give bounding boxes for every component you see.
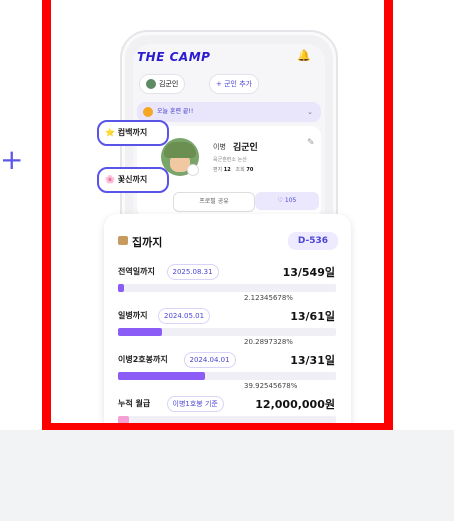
progress-row-label: 이병2호봉까지	[118, 355, 168, 364]
edit-icon[interactable]: ✎	[307, 138, 315, 148]
like-button[interactable]: ♡ 105	[255, 192, 319, 210]
progress-row-value: 13/549일	[282, 266, 335, 279]
preview-area: THE CAMP 🔔 김군인 + 군인 추가 오늘 훈련 끝!! ⌄ 이병 김군…	[51, 0, 384, 423]
progress-row-percent: 2.12345678%	[244, 294, 293, 302]
progress-bar-fill	[118, 416, 129, 423]
flowers-bubble: 🌸 꽃신까지	[97, 167, 169, 193]
progress-row-value: 13/61일	[290, 310, 335, 323]
share-profile-button[interactable]: 프로필 공유	[173, 192, 255, 212]
dday-badge: D-536	[288, 232, 338, 250]
progress-row-value: 13/31일	[290, 354, 335, 367]
dday-card: 집까지 D-536 전역일까지 2025.08.31 13/549일 2.123456…	[104, 214, 351, 423]
soldier-chip[interactable]: 김군인	[139, 74, 186, 94]
bottom-band	[0, 430, 454, 521]
progress-row-date: 2024.04.01	[183, 352, 236, 368]
add-soldier-button[interactable]: + 군인 추가	[209, 74, 260, 94]
alert-bar[interactable]: 오늘 훈련 끝!! ⌄	[137, 102, 321, 122]
bell-icon[interactable]: 🔔	[297, 49, 311, 63]
progress-bar-track	[118, 328, 336, 336]
progress-bar-fill	[118, 372, 206, 380]
plus-icon: +	[0, 143, 24, 176]
avatar-icon	[146, 79, 156, 89]
soldier-chip-label: 김군인	[159, 80, 179, 88]
chevron-down-icon: ⌄	[307, 108, 313, 116]
comeback-bubble: ⭐ 컴백까지	[97, 120, 169, 146]
progress-bar-track	[118, 284, 336, 292]
soldier-unit: 육군훈련소 논산	[213, 157, 247, 163]
progress-row-percent: 39.92545678%	[244, 382, 298, 390]
progress-row-label: 누적 월급	[118, 399, 151, 408]
progress-row-label: 전역일까지	[118, 267, 155, 276]
progress-row-value: 12,000,000원	[255, 398, 335, 411]
house-icon	[118, 236, 128, 245]
progress-row-label: 일병까지	[118, 311, 148, 320]
progress-bar-fill	[118, 284, 124, 292]
emoji-icon	[143, 107, 153, 117]
progress-bar-fill	[118, 328, 162, 336]
progress-bar-track	[118, 372, 336, 380]
soldier-name: 김군인	[233, 143, 258, 153]
progress-row-percent: 20.2897328%	[244, 338, 293, 346]
progress-row-date: 2025.08.31	[166, 264, 219, 280]
soldier-rank: 이병	[213, 143, 226, 151]
progress-row-date: 2024.05.01	[158, 308, 211, 324]
progress-bar-track	[118, 416, 336, 423]
progress-row-date: 이병1호봉 기준	[166, 396, 224, 412]
card-title: 집까지	[132, 236, 163, 249]
soldier-stats: 편지 12 조회 70	[213, 167, 254, 173]
alert-text: 오늘 훈련 끝!!	[157, 108, 194, 115]
app-logo: THE CAMP	[137, 50, 211, 64]
